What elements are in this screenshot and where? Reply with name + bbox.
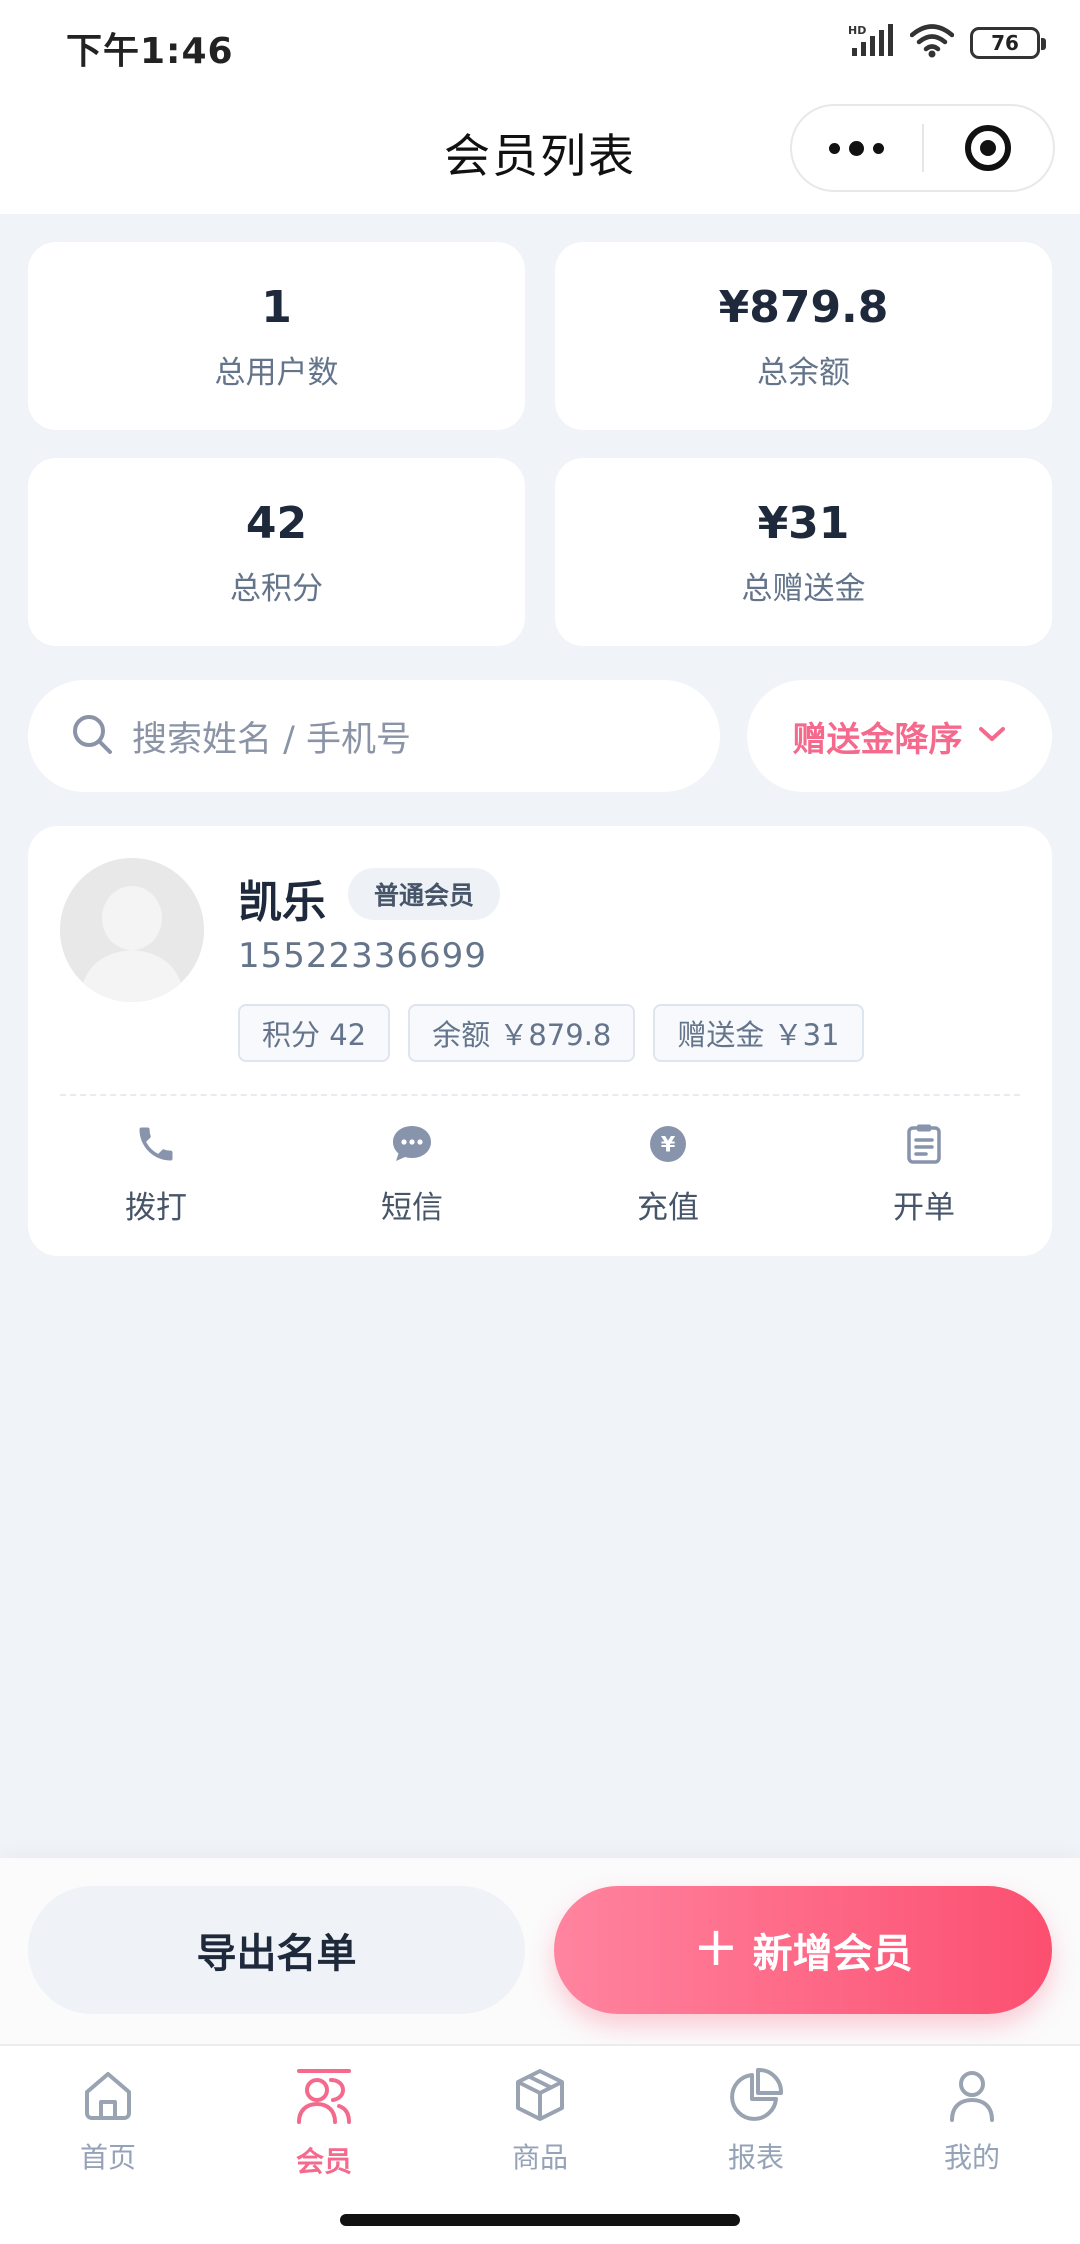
status-time: 下午1:46 bbox=[66, 31, 234, 72]
tab-profile-label: 我的 bbox=[943, 2141, 1000, 2174]
tab-home-label: 首页 bbox=[79, 2141, 136, 2174]
add-member-label: 新增会员 bbox=[752, 1931, 913, 1977]
yen-coin-icon: ¥ bbox=[646, 1122, 690, 1170]
points-chip: 积分 42 bbox=[238, 1004, 391, 1062]
phone-icon bbox=[134, 1122, 178, 1170]
tab-reports-label: 报表 bbox=[727, 2141, 784, 2174]
target-icon bbox=[965, 125, 1012, 171]
message-icon bbox=[390, 1122, 434, 1170]
avatar bbox=[60, 858, 204, 1002]
export-list-button[interactable]: 导出名单 bbox=[28, 1886, 525, 2014]
battery-icon: 76 bbox=[970, 27, 1046, 59]
stat-label: 总赠送金 bbox=[741, 571, 866, 607]
tab-home[interactable]: 首页 bbox=[0, 2046, 216, 2244]
card-divider bbox=[60, 1094, 1020, 1096]
home-indicator[interactable] bbox=[340, 2214, 740, 2226]
create-order-button[interactable]: 开单 bbox=[796, 1122, 1052, 1227]
sms-button[interactable]: 短信 bbox=[284, 1122, 540, 1227]
member-name: 凯乐 bbox=[238, 877, 326, 928]
tab-profile[interactable]: 我的 bbox=[864, 2046, 1080, 2244]
miniprogram-capsule bbox=[790, 104, 1055, 192]
stat-card-total-bonus: ¥31 总赠送金 bbox=[555, 458, 1052, 646]
home-icon bbox=[79, 2066, 137, 2128]
create-order-label: 开单 bbox=[893, 1190, 955, 1226]
stat-value: 1 bbox=[261, 282, 292, 333]
member-chips: 积分 42 余额 ￥879.8 赠送金 ￥31 bbox=[238, 1004, 864, 1062]
box-icon bbox=[511, 2066, 569, 2128]
close-miniprogram-button[interactable] bbox=[924, 106, 1054, 190]
clipboard-icon bbox=[902, 1122, 946, 1170]
add-member-button[interactable]: + 新增会员 bbox=[554, 1886, 1052, 2014]
member-phone: 15522336699 bbox=[238, 936, 487, 976]
stat-label: 总积分 bbox=[230, 571, 323, 607]
user-icon bbox=[943, 2066, 1001, 2128]
wifi-icon bbox=[909, 24, 955, 62]
search-input[interactable]: 搜索姓名 / 手机号 bbox=[28, 680, 720, 792]
search-placeholder: 搜索姓名 / 手机号 bbox=[132, 719, 412, 760]
tab-members-label: 会员 bbox=[295, 2145, 352, 2178]
stat-value: ¥879.8 bbox=[718, 282, 889, 333]
svg-text:¥: ¥ bbox=[661, 1133, 676, 1157]
bonus-chip: 赠送金 ￥31 bbox=[653, 1004, 864, 1062]
member-card[interactable]: 凯乐 普通会员 15522336699 积分 42 余额 ￥879.8 赠送金 … bbox=[28, 826, 1052, 1256]
tab-products-label: 商品 bbox=[511, 2141, 568, 2174]
status-icons: HD 76 bbox=[848, 24, 1046, 62]
recharge-label: 充值 bbox=[637, 1190, 699, 1226]
stat-value: ¥31 bbox=[757, 498, 850, 549]
stat-label: 总用户数 bbox=[214, 355, 339, 391]
network-type: HD bbox=[848, 24, 866, 37]
top-bar: 下午1:46 HD 76 会员列表 bbox=[0, 0, 1080, 214]
signal-icon: HD bbox=[848, 24, 894, 62]
sort-dropdown[interactable]: 赠送金降序 bbox=[747, 680, 1052, 792]
sms-label: 短信 bbox=[381, 1190, 443, 1226]
stat-card-total-points: 42 总积分 bbox=[28, 458, 525, 646]
members-icon bbox=[293, 2066, 355, 2132]
more-button[interactable] bbox=[792, 106, 922, 190]
bottom-action-bar: 导出名单 + 新增会员 bbox=[0, 1858, 1080, 2044]
member-level-badge: 普通会员 bbox=[348, 868, 501, 920]
more-dots-icon bbox=[829, 140, 885, 156]
member-actions: 拨打 短信 ¥ 充值 开单 bbox=[28, 1122, 1052, 1227]
balance-chip: 余额 ￥879.8 bbox=[408, 1004, 636, 1062]
call-label: 拨打 bbox=[125, 1190, 187, 1226]
default-avatar-icon bbox=[60, 858, 204, 1002]
search-icon bbox=[70, 712, 114, 760]
stat-card-total-users: 1 总用户数 bbox=[28, 242, 525, 430]
plus-icon: + bbox=[693, 1915, 739, 1978]
sort-label: 赠送金降序 bbox=[792, 719, 963, 760]
pie-chart-icon bbox=[727, 2066, 785, 2128]
stat-label: 总余额 bbox=[757, 355, 850, 391]
chevron-down-icon bbox=[977, 724, 1007, 748]
call-button[interactable]: 拨打 bbox=[28, 1122, 284, 1227]
recharge-button[interactable]: ¥ 充值 bbox=[540, 1122, 796, 1227]
stat-value: 42 bbox=[245, 498, 308, 549]
stat-card-total-balance: ¥879.8 总余额 bbox=[555, 242, 1052, 430]
